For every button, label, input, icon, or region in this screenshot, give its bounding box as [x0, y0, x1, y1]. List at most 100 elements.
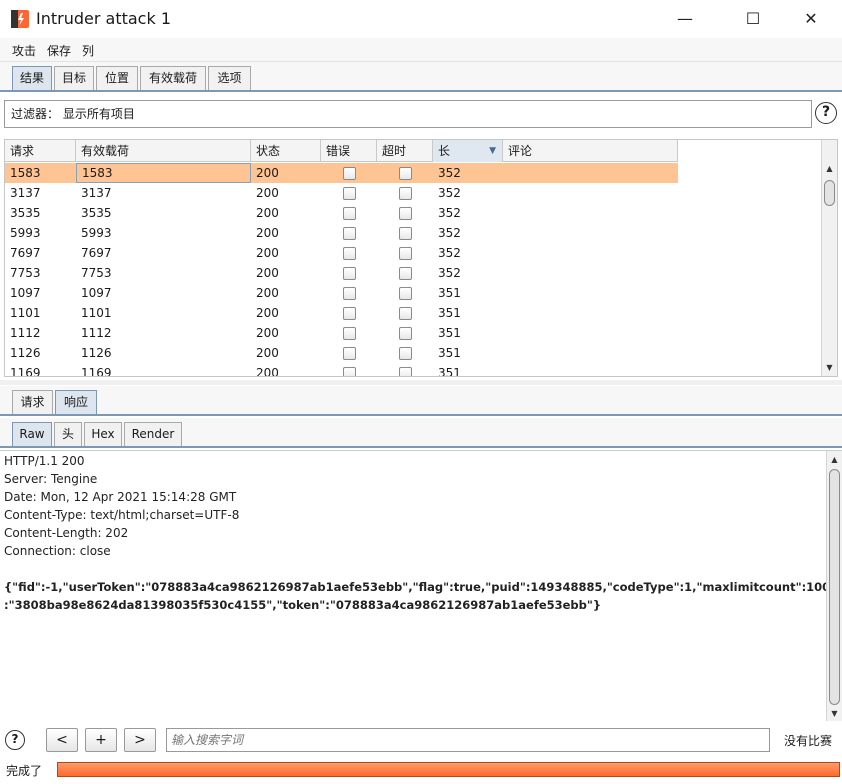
- cell-length: 352: [438, 206, 461, 220]
- tab-raw[interactable]: Raw: [12, 422, 52, 446]
- table-row[interactable]: 1169 1169 200 351: [5, 363, 678, 377]
- table-row[interactable]: 1101 1101 200 351: [5, 303, 678, 323]
- response-line: Content-Type: text/html;charset=UTF-8: [4, 508, 240, 522]
- timeout-checkbox[interactable]: [399, 207, 412, 220]
- minimize-button[interactable]: —: [662, 6, 708, 32]
- timeout-checkbox[interactable]: [399, 267, 412, 280]
- menu-save[interactable]: 保存: [47, 42, 71, 59]
- table-row[interactable]: 3535 3535 200 352: [5, 203, 678, 223]
- error-checkbox[interactable]: [343, 347, 356, 360]
- table-row[interactable]: 3137 3137 200 352: [5, 183, 678, 203]
- response-viewer[interactable]: HTTP/1.1 200 Server: Tengine Date: Mon, …: [0, 450, 842, 722]
- cell-status: 200: [256, 286, 279, 300]
- scroll-thumb[interactable]: [829, 469, 840, 705]
- timeout-checkbox[interactable]: [399, 227, 412, 240]
- col-request[interactable]: 请求: [5, 140, 76, 162]
- cell-length: 351: [438, 326, 461, 340]
- tab-results[interactable]: 结果: [12, 66, 52, 90]
- search-input[interactable]: [166, 728, 770, 752]
- table-row[interactable]: 1112 1112 200 351: [5, 323, 678, 343]
- view-tabs: Raw 头 Hex Render: [0, 418, 842, 446]
- error-checkbox[interactable]: [343, 307, 356, 320]
- status-bar: 完成了: [0, 758, 842, 784]
- cell-length: 352: [438, 266, 461, 280]
- col-comment[interactable]: 评论: [503, 140, 678, 162]
- tab-request[interactable]: 请求: [12, 390, 53, 414]
- error-checkbox[interactable]: [343, 287, 356, 300]
- cell-length: 352: [438, 186, 461, 200]
- col-error[interactable]: 错误: [321, 140, 377, 162]
- cell-req: 1112: [10, 326, 41, 340]
- scroll-up-icon[interactable]: ▲: [822, 162, 837, 176]
- maximize-button[interactable]: ☐: [730, 6, 776, 32]
- cell-req: 1169: [10, 366, 41, 377]
- tab-render[interactable]: Render: [124, 422, 182, 446]
- col-status[interactable]: 状态: [251, 140, 321, 162]
- title-bar: Intruder attack 1 — ☐ ✕: [0, 0, 842, 38]
- response-body-line: {"fid":-1,"userToken":"078883a4ca9862126…: [4, 580, 842, 594]
- error-checkbox[interactable]: [343, 247, 356, 260]
- tab-response[interactable]: 响应: [55, 390, 97, 414]
- menu-attack[interactable]: 攻击: [12, 42, 36, 59]
- help-icon[interactable]: ?: [815, 102, 837, 124]
- menu-columns[interactable]: 列: [82, 42, 94, 59]
- timeout-checkbox[interactable]: [399, 347, 412, 360]
- response-scrollbar[interactable]: ▲ ▼: [826, 451, 842, 721]
- scroll-up-icon[interactable]: ▲: [827, 453, 842, 467]
- cell-req: 7697: [10, 246, 41, 260]
- add-button[interactable]: +: [85, 728, 117, 752]
- timeout-checkbox[interactable]: [399, 287, 412, 300]
- table-row[interactable]: 7697 7697 200 352: [5, 243, 678, 263]
- scroll-down-icon[interactable]: ▼: [822, 361, 837, 375]
- response-line: HTTP/1.1 200: [4, 454, 85, 468]
- response-line: Date: Mon, 12 Apr 2021 15:14:28 GMT: [4, 490, 237, 504]
- window-title: Intruder attack 1: [36, 9, 171, 28]
- cell-req: 3535: [10, 206, 41, 220]
- timeout-checkbox[interactable]: [399, 307, 412, 320]
- timeout-checkbox[interactable]: [399, 187, 412, 200]
- tab-headers[interactable]: 头: [54, 422, 82, 446]
- error-checkbox[interactable]: [343, 187, 356, 200]
- scroll-thumb[interactable]: [824, 180, 835, 206]
- col-payload[interactable]: 有效载荷: [76, 140, 251, 162]
- next-match-button[interactable]: >: [124, 728, 156, 752]
- filter-bar[interactable]: 过滤器： 显示所有项目: [4, 100, 812, 128]
- help-icon[interactable]: ?: [5, 730, 25, 750]
- response-line: Server: Tengine: [4, 472, 98, 486]
- table-row[interactable]: 1583 1583 200 352: [5, 163, 678, 183]
- prev-match-button[interactable]: <: [46, 728, 78, 752]
- table-scrollbar[interactable]: ▲ ▼: [821, 140, 837, 376]
- tab-hex[interactable]: Hex: [84, 422, 122, 446]
- table-row[interactable]: 1097 1097 200 351: [5, 283, 678, 303]
- col-length-label: 长: [438, 144, 451, 158]
- status-text: 完成了: [6, 764, 43, 778]
- table-row[interactable]: 5993 5993 200 352: [5, 223, 678, 243]
- cell-length: 351: [438, 366, 461, 377]
- timeout-checkbox[interactable]: [399, 247, 412, 260]
- col-timeout[interactable]: 超时: [377, 140, 433, 162]
- error-checkbox[interactable]: [343, 207, 356, 220]
- error-checkbox[interactable]: [343, 167, 356, 180]
- tab-options[interactable]: 选项: [208, 66, 251, 90]
- error-checkbox[interactable]: [343, 327, 356, 340]
- timeout-checkbox[interactable]: [399, 167, 412, 180]
- tab-target[interactable]: 目标: [54, 66, 94, 90]
- error-checkbox[interactable]: [343, 267, 356, 280]
- minimize-icon: —: [677, 9, 693, 28]
- tab-payloads[interactable]: 有效载荷: [140, 66, 206, 90]
- cell-length: 351: [438, 346, 461, 360]
- error-checkbox[interactable]: [343, 227, 356, 240]
- table-row[interactable]: 7753 7753 200 352: [5, 263, 678, 283]
- close-button[interactable]: ✕: [788, 6, 834, 32]
- cell-payload: 3535: [81, 206, 112, 220]
- scroll-down-icon[interactable]: ▼: [827, 707, 842, 721]
- cell-payload: 1101: [81, 306, 112, 320]
- split-divider[interactable]: [0, 380, 842, 385]
- timeout-checkbox[interactable]: [399, 367, 412, 376]
- col-length[interactable]: 长 ▼: [433, 140, 503, 162]
- error-checkbox[interactable]: [343, 367, 356, 376]
- tab-positions[interactable]: 位置: [96, 66, 138, 90]
- timeout-checkbox[interactable]: [399, 327, 412, 340]
- cell-status: 200: [256, 206, 279, 220]
- table-row[interactable]: 1126 1126 200 351: [5, 343, 678, 363]
